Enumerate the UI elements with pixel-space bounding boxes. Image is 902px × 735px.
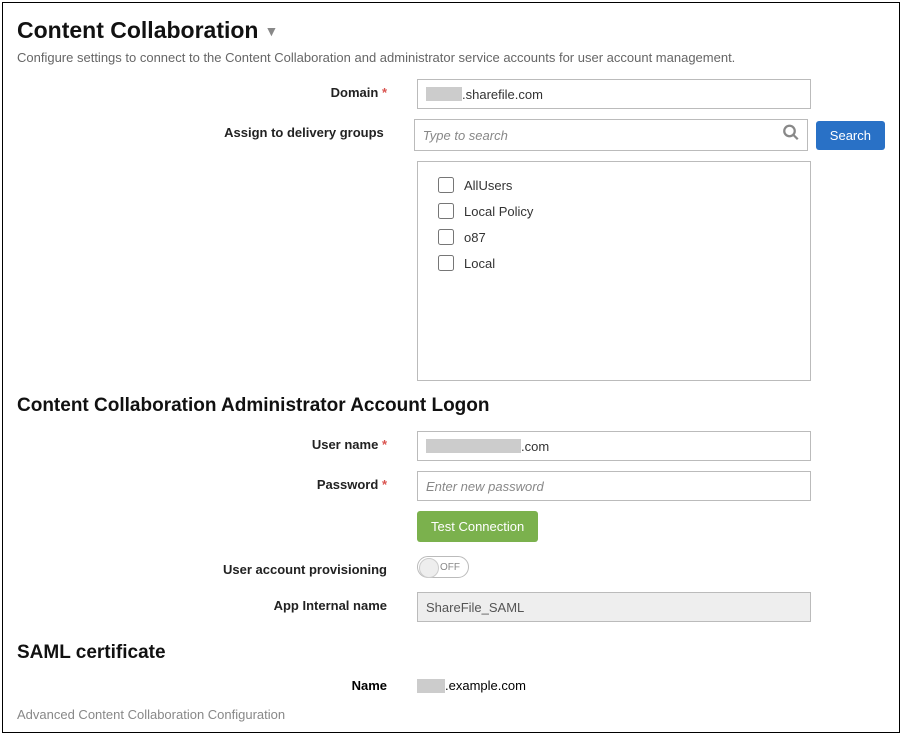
assign-groups-label: Assign to delivery groups <box>224 125 384 140</box>
redacted-text <box>417 679 445 693</box>
group-item[interactable]: o87 <box>438 224 790 250</box>
required-marker: * <box>382 85 387 100</box>
saml-name-suffix: .example.com <box>445 678 526 693</box>
group-label: Local <box>464 256 495 271</box>
group-label: AllUsers <box>464 178 512 193</box>
password-label: Password <box>317 477 378 492</box>
page-description: Configure settings to connect to the Con… <box>17 50 885 65</box>
test-connection-button[interactable]: Test Connection <box>417 511 538 542</box>
toggle-state: OFF <box>440 562 460 573</box>
page-container: Content Collaboration ▼ Configure settin… <box>2 2 900 733</box>
group-label: Local Policy <box>464 204 533 219</box>
group-item[interactable]: AllUsers <box>438 172 790 198</box>
username-label: User name <box>312 437 378 452</box>
required-marker: * <box>382 437 387 452</box>
group-label: o87 <box>464 230 486 245</box>
domain-suffix: .sharefile.com <box>462 87 543 102</box>
group-checkbox[interactable] <box>438 255 454 271</box>
group-checkbox[interactable] <box>438 229 454 245</box>
internal-name-label: App Internal name <box>274 598 387 613</box>
username-suffix: .com <box>521 439 549 454</box>
domain-input[interactable]: .sharefile.com <box>417 79 811 109</box>
username-input[interactable]: .com <box>417 431 811 461</box>
internal-name-value: ShareFile_SAML <box>417 592 811 622</box>
required-marker: * <box>382 477 387 492</box>
page-title-text: Content Collaboration <box>17 17 258 44</box>
provisioning-toggle[interactable]: OFF <box>417 556 469 578</box>
redacted-text <box>426 87 462 101</box>
domain-label: Domain <box>331 85 379 100</box>
page-title[interactable]: Content Collaboration ▼ <box>17 17 278 44</box>
admin-section-title: Content Collaboration Administrator Acco… <box>17 395 885 417</box>
group-checkbox[interactable] <box>438 203 454 219</box>
group-item[interactable]: Local <box>438 250 790 276</box>
redacted-text <box>426 439 521 453</box>
group-item[interactable]: Local Policy <box>438 198 790 224</box>
delivery-groups-list: AllUsers Local Policy o87 Local <box>417 161 811 381</box>
provisioning-label: User account provisioning <box>223 562 387 577</box>
search-input[interactable] <box>414 119 808 151</box>
group-checkbox[interactable] <box>438 177 454 193</box>
saml-name-label: Name <box>352 678 387 693</box>
advanced-config-link[interactable]: Advanced Content Collaboration Configura… <box>17 707 285 722</box>
saml-section-title: SAML certificate <box>17 642 885 664</box>
password-input[interactable] <box>417 471 811 501</box>
search-button[interactable]: Search <box>816 121 885 150</box>
caret-down-icon: ▼ <box>264 24 278 38</box>
